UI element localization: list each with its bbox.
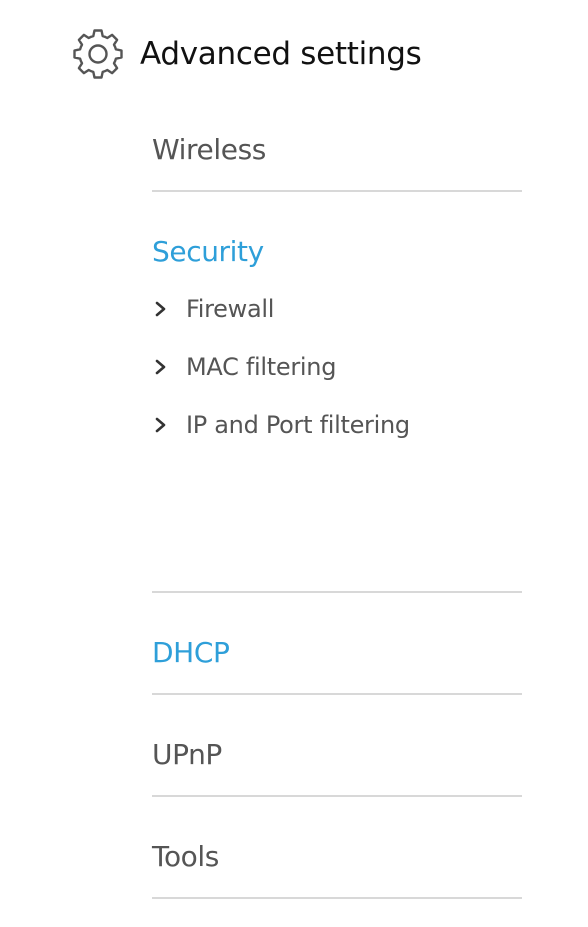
submenu-item-mac-filtering[interactable]: MAC filtering	[152, 338, 522, 396]
menu-section-upnp: UPnP	[152, 723, 522, 797]
menu-section-wireless: Wireless	[152, 118, 522, 192]
submenu-label: MAC filtering	[186, 353, 337, 381]
page-header: Advanced settings	[72, 26, 422, 82]
submenu-item-firewall[interactable]: Firewall	[152, 280, 522, 338]
page-title: Advanced settings	[140, 36, 422, 72]
chevron-right-icon	[155, 301, 166, 317]
chevron-right-icon	[155, 359, 166, 375]
settings-menu: Wireless Security Firewall MAC filtering	[152, 118, 522, 927]
chevron-right-icon	[155, 417, 166, 433]
menu-item-upnp[interactable]: UPnP	[152, 723, 522, 787]
menu-item-dhcp[interactable]: DHCP	[152, 621, 522, 685]
submenu-label: Firewall	[186, 295, 275, 323]
gear-icon	[73, 29, 123, 79]
menu-section-security: Security Firewall MAC filtering IP and P…	[152, 220, 522, 593]
menu-item-tools[interactable]: Tools	[152, 825, 522, 889]
menu-item-security[interactable]: Security	[152, 220, 522, 284]
menu-section-tools: Tools	[152, 825, 522, 899]
security-submenu: Firewall MAC filtering IP and Port filte…	[152, 280, 522, 454]
menu-section-dhcp: DHCP	[152, 621, 522, 695]
submenu-item-ip-port-filtering[interactable]: IP and Port filtering	[152, 396, 522, 454]
menu-item-wireless[interactable]: Wireless	[152, 118, 522, 182]
submenu-label: IP and Port filtering	[186, 411, 410, 439]
